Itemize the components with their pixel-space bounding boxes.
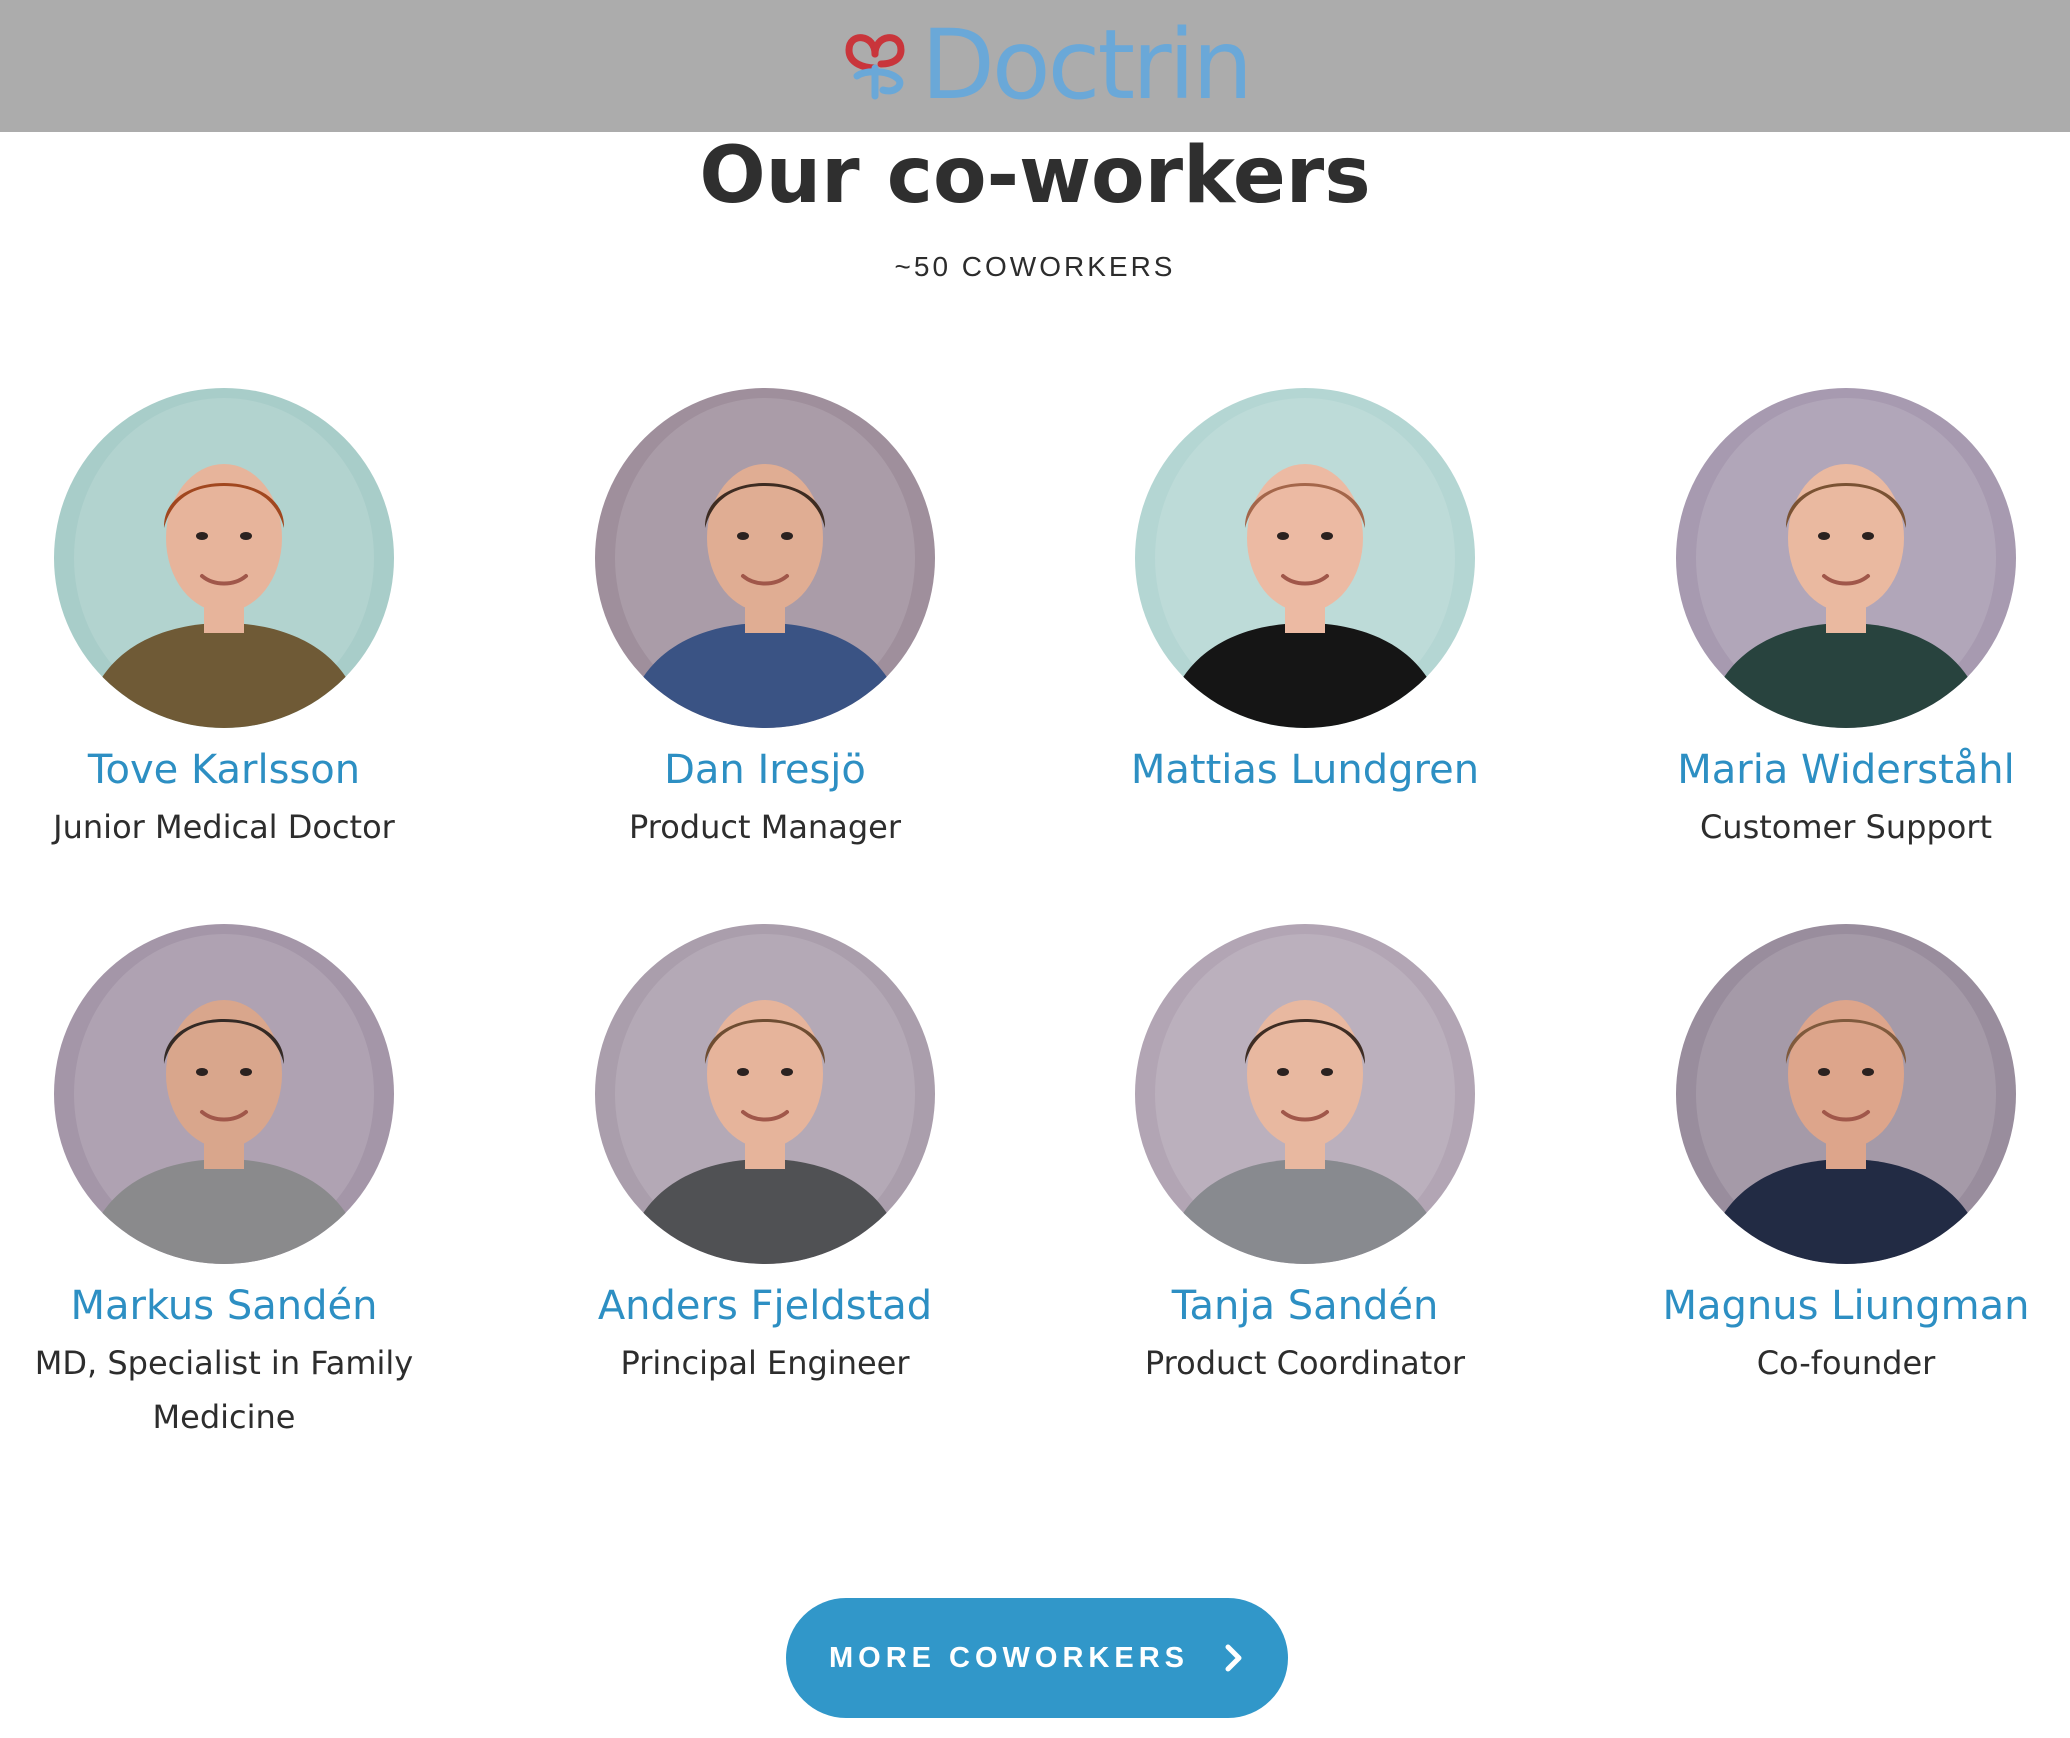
more-coworkers-label: MORE COWORKERS	[829, 1641, 1189, 1674]
coworker-card[interactable]: Tove Karlsson Junior Medical Doctor	[0, 388, 484, 854]
coworker-photo[interactable]	[1676, 924, 2016, 1264]
portrait-image	[1135, 388, 1475, 728]
doctrin-logo-icon	[845, 34, 905, 100]
coworker-card[interactable]: Markus Sandén MD, Specialist in Family Med…	[0, 924, 484, 1444]
portrait-image	[595, 388, 935, 728]
coworker-role: Product Coordinator	[1045, 1336, 1565, 1390]
coworker-role: Principal Engineer	[505, 1336, 1025, 1390]
coworker-card[interactable]: Tanja Sandén Product Coordinator	[1045, 924, 1565, 1390]
coworker-name[interactable]: Dan Iresjö	[505, 742, 1025, 798]
coworker-role-line: Product Coordinator	[1144, 1344, 1466, 1382]
coworker-role-line: Junior Medical Doctor	[53, 808, 395, 846]
coworker-name[interactable]: Mattias Lundgren	[1045, 742, 1565, 798]
portrait-image	[1135, 924, 1475, 1264]
coworker-role-line: Medicine	[152, 1398, 296, 1436]
coworker-card[interactable]: Dan Iresjö Product Manager	[505, 388, 1025, 854]
coworker-photo[interactable]	[595, 924, 935, 1264]
coworker-name[interactable]: Maria Widerståhl	[1586, 742, 2070, 798]
coworker-photo[interactable]	[54, 924, 394, 1264]
coworker-photo[interactable]	[1135, 924, 1475, 1264]
coworker-role: Co-founder	[1586, 1336, 2070, 1390]
portrait-image	[54, 924, 394, 1264]
portrait-image	[595, 924, 935, 1264]
coworker-name[interactable]: Markus Sandén	[0, 1278, 484, 1334]
coworker-role: Product Manager	[505, 800, 1025, 854]
coworker-card[interactable]: Anders Fjeldstad Principal Engineer	[505, 924, 1025, 1390]
coworker-card[interactable]: Magnus Liungman Co-founder	[1586, 924, 2070, 1390]
brand-name: Doctrin	[921, 9, 1253, 121]
portrait-image	[1676, 924, 2016, 1264]
page: Doctrin Our co-workers ~50 COWORKERS Tov…	[0, 0, 2070, 1738]
header-bar: Doctrin	[0, 0, 2070, 132]
coworker-role: Customer Support	[1586, 800, 2070, 854]
coworker-photo[interactable]	[1676, 388, 2016, 728]
portrait-image	[54, 388, 394, 728]
coworker-card[interactable]: Mattias Lundgren	[1045, 388, 1565, 798]
coworker-role-line: MD, Specialist in Family	[34, 1344, 414, 1382]
coworker-name[interactable]: Tove Karlsson	[0, 742, 484, 798]
coworker-count: ~50 COWORKERS	[894, 251, 1176, 282]
brand-logo[interactable]: Doctrin	[835, 9, 1253, 121]
coworker-card[interactable]: Maria Widerståhl Customer Support	[1586, 388, 2070, 854]
coworker-role-line: Co-founder	[1756, 1344, 1936, 1382]
chevron-right-icon	[1225, 1644, 1242, 1672]
coworker-photo[interactable]	[595, 388, 935, 728]
more-coworkers-button[interactable]: MORE COWORKERS	[786, 1598, 1288, 1718]
coworker-role: MD, Specialist in Family Medicine	[0, 1336, 484, 1444]
portrait-image	[1676, 388, 2016, 728]
coworker-role-line: Principal Engineer	[620, 1344, 910, 1382]
coworker-photo[interactable]	[54, 388, 394, 728]
coworker-name[interactable]: Tanja Sandén	[1045, 1278, 1565, 1334]
coworker-name[interactable]: Anders Fjeldstad	[505, 1278, 1025, 1334]
coworker-name[interactable]: Magnus Liungman	[1586, 1278, 2070, 1334]
coworker-photo[interactable]	[1135, 388, 1475, 728]
section-title: Our co-workers	[699, 131, 1371, 221]
coworker-role-line: Customer Support	[1699, 808, 1993, 846]
coworker-role-line: Product Manager	[629, 808, 901, 846]
coworker-role: Junior Medical Doctor	[0, 800, 484, 854]
